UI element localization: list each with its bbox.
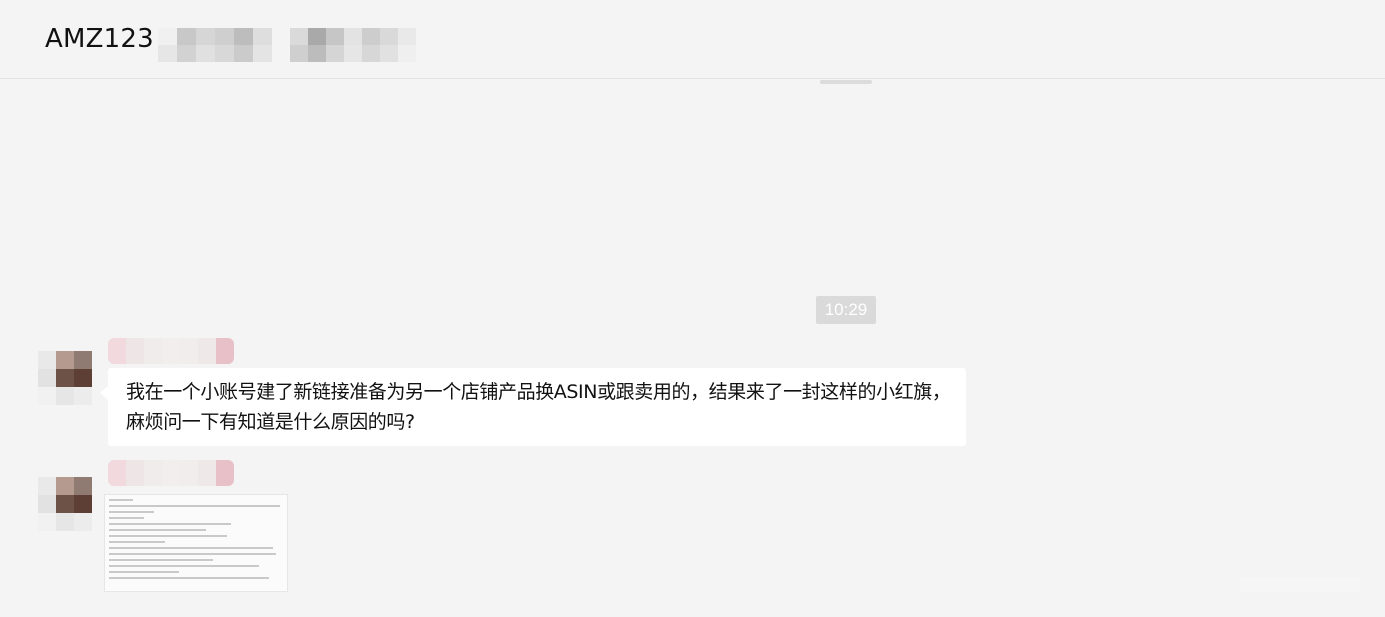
scroll-indicator[interactable] [820, 80, 872, 84]
message-bubble[interactable]: 我在一个小账号建了新链接准备为另一个店铺产品换ASIN或跟卖用的，结果来了一封这… [100, 368, 966, 446]
watermark [1240, 578, 1360, 592]
chat-window: AMZ123 10:29 我在一个小账号建了新链接准备为另一个店铺产品换ASIN… [0, 0, 1385, 617]
blurred-sender-name [108, 460, 234, 486]
sender-avatar[interactable] [38, 351, 92, 405]
blurred-title-part-2 [290, 28, 416, 62]
message-text: 我在一个小账号建了新链接准备为另一个店铺产品换ASIN或跟卖用的，结果来了一封这… [126, 381, 951, 433]
image-message-thumbnail[interactable] [104, 494, 288, 592]
message-timestamp: 10:29 [816, 296, 876, 324]
blurred-title-part-1 [158, 28, 272, 62]
blurred-sender-name [108, 338, 234, 364]
chat-header: AMZ123 [0, 0, 1385, 79]
sender-avatar[interactable] [38, 477, 92, 531]
image-content-lines [109, 499, 283, 583]
chat-title: AMZ123 [45, 24, 154, 54]
